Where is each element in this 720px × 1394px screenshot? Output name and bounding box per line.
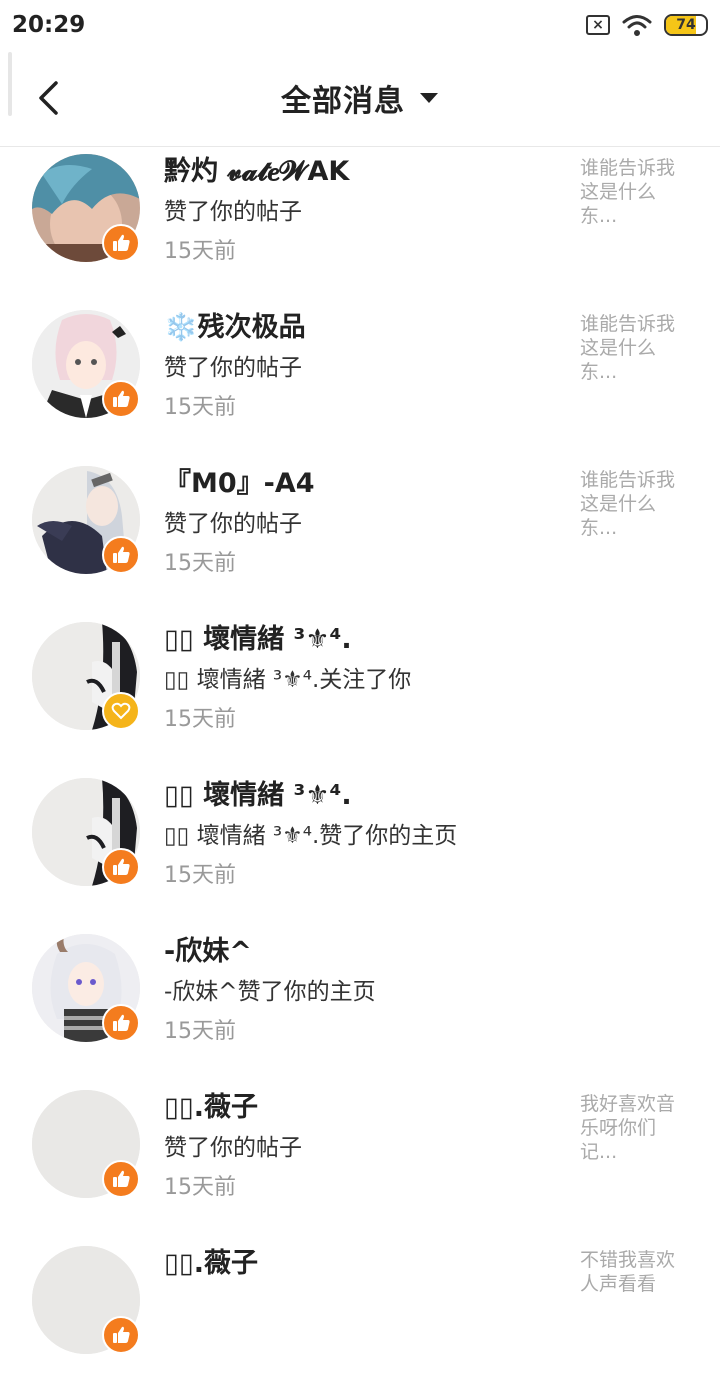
thumbs-up-icon xyxy=(102,848,140,886)
notification-texts: -欣妹^ -欣妹^赞了你的主页 15天前 xyxy=(164,930,564,1050)
notification-item[interactable]: ▯▯.薇子 不错我喜欢人声看看 xyxy=(0,1238,720,1394)
thumbs-up-icon xyxy=(102,536,140,574)
battery-icon: 74 xyxy=(664,14,708,36)
thumbs-up-icon xyxy=(102,1316,140,1354)
avatar-container[interactable] xyxy=(32,622,140,730)
filter-dropdown[interactable]: 全部消息 xyxy=(0,50,720,146)
user-name[interactable]: ▯▯.薇子 xyxy=(164,1242,564,1286)
user-name[interactable]: ❄️残次极品 xyxy=(164,306,564,350)
user-name[interactable]: 『M0』-A4 xyxy=(164,462,564,506)
post-preview[interactable]: 谁能告诉我这是什么东... xyxy=(580,468,690,540)
notification-item[interactable]: ▯▯ 壞情緒 ³⚜⁴. ▯▯ 壞情緒 ³⚜⁴.关注了你 15天前 xyxy=(0,614,720,770)
avatar-container[interactable] xyxy=(32,778,140,886)
notification-list: 黔灼 𝓿𝓪𝓽𝒆𝓦AK 赞了你的帖子 15天前 谁能告诉我这是什么东... ❄️残… xyxy=(0,146,720,1394)
wifi-icon xyxy=(622,15,652,36)
notification-texts: ❄️残次极品 赞了你的帖子 15天前 xyxy=(164,306,564,426)
time-ago: 15天前 xyxy=(164,1175,236,1200)
time-ago xyxy=(164,1322,564,1362)
avatar-container[interactable] xyxy=(32,1246,140,1354)
status-bar: 20:29 × 74 xyxy=(0,0,720,50)
thumbs-up-icon xyxy=(102,380,140,418)
thumbs-up-icon xyxy=(102,1160,140,1198)
status-time: 20:29 xyxy=(12,12,86,38)
sim-off-icon: × xyxy=(586,15,610,35)
dropdown-caret-icon xyxy=(420,93,438,103)
user-name[interactable]: ▯▯ 壞情緒 ³⚜⁴. xyxy=(164,774,564,818)
notification-texts: 黔灼 𝓿𝓪𝓽𝒆𝓦AK 赞了你的帖子 15天前 xyxy=(164,150,564,270)
notification-texts: ▯▯ 壞情緒 ³⚜⁴. ▯▯ 壞情緒 ³⚜⁴.赞了你的主页 15天前 xyxy=(164,774,564,894)
action-text: -欣妹^赞了你的主页 xyxy=(164,979,376,1005)
thumbs-up-icon xyxy=(102,224,140,262)
notification-item[interactable]: 黔灼 𝓿𝓪𝓽𝒆𝓦AK 赞了你的帖子 15天前 谁能告诉我这是什么东... xyxy=(0,146,720,302)
action-text: 赞了你的帖子 xyxy=(164,1135,302,1161)
user-name[interactable]: ▯▯.薇子 xyxy=(164,1086,564,1130)
post-preview[interactable]: 不错我喜欢人声看看 xyxy=(580,1248,690,1296)
user-name[interactable]: ▯▯ 壞情緒 ³⚜⁴. xyxy=(164,618,564,662)
notification-item[interactable]: -欣妹^ -欣妹^赞了你的主页 15天前 xyxy=(0,926,720,1082)
time-ago: 15天前 xyxy=(164,863,236,888)
time-ago: 15天前 xyxy=(164,707,236,732)
action-text: 赞了你的帖子 xyxy=(164,511,302,537)
thumbs-up-icon xyxy=(102,1004,140,1042)
time-ago: 15天前 xyxy=(164,551,236,576)
action-text: 赞了你的帖子 xyxy=(164,355,302,381)
time-ago: 15天前 xyxy=(164,1019,236,1044)
post-preview[interactable]: 谁能告诉我这是什么东... xyxy=(580,312,690,384)
avatar-container[interactable] xyxy=(32,934,140,1042)
notification-texts: 『M0』-A4 赞了你的帖子 15天前 xyxy=(164,462,564,582)
notification-texts: ▯▯ 壞情緒 ³⚜⁴. ▯▯ 壞情緒 ³⚜⁴.关注了你 15天前 xyxy=(164,618,564,738)
notification-item[interactable]: ❄️残次极品 赞了你的帖子 15天前 谁能告诉我这是什么东... xyxy=(0,302,720,458)
heart-icon xyxy=(102,692,140,730)
notification-item[interactable]: ▯▯.薇子 赞了你的帖子 15天前 我好喜欢音乐呀你们记... xyxy=(0,1082,720,1238)
avatar-container[interactable] xyxy=(32,466,140,574)
notification-item[interactable]: 『M0』-A4 赞了你的帖子 15天前 谁能告诉我这是什么东... xyxy=(0,458,720,614)
notification-texts: ▯▯.薇子 赞了你的帖子 15天前 xyxy=(164,1086,564,1206)
avatar-container[interactable] xyxy=(32,1090,140,1198)
avatar-container[interactable] xyxy=(32,154,140,262)
action-text: ▯▯ 壞情緒 ³⚜⁴.关注了你 xyxy=(164,667,412,693)
post-preview[interactable]: 谁能告诉我这是什么东... xyxy=(580,156,690,228)
page-title: 全部消息 xyxy=(281,84,405,119)
header: 全部消息 xyxy=(0,50,720,147)
battery-level: 74 xyxy=(676,17,696,33)
time-ago: 15天前 xyxy=(164,395,236,420)
notification-item[interactable]: ▯▯ 壞情緒 ³⚜⁴. ▯▯ 壞情緒 ³⚜⁴.赞了你的主页 15天前 xyxy=(0,770,720,926)
action-text xyxy=(164,1286,564,1322)
user-name[interactable]: -欣妹^ xyxy=(164,930,564,974)
action-text: 赞了你的帖子 xyxy=(164,199,302,225)
post-preview[interactable]: 我好喜欢音乐呀你们记... xyxy=(580,1092,690,1164)
time-ago: 15天前 xyxy=(164,239,236,264)
avatar-container[interactable] xyxy=(32,310,140,418)
action-text: ▯▯ 壞情緒 ³⚜⁴.赞了你的主页 xyxy=(164,823,458,849)
status-icons: × 74 xyxy=(586,14,708,36)
user-name[interactable]: 黔灼 𝓿𝓪𝓽𝒆𝓦AK xyxy=(164,150,564,194)
notification-texts: ▯▯.薇子 xyxy=(164,1242,564,1362)
